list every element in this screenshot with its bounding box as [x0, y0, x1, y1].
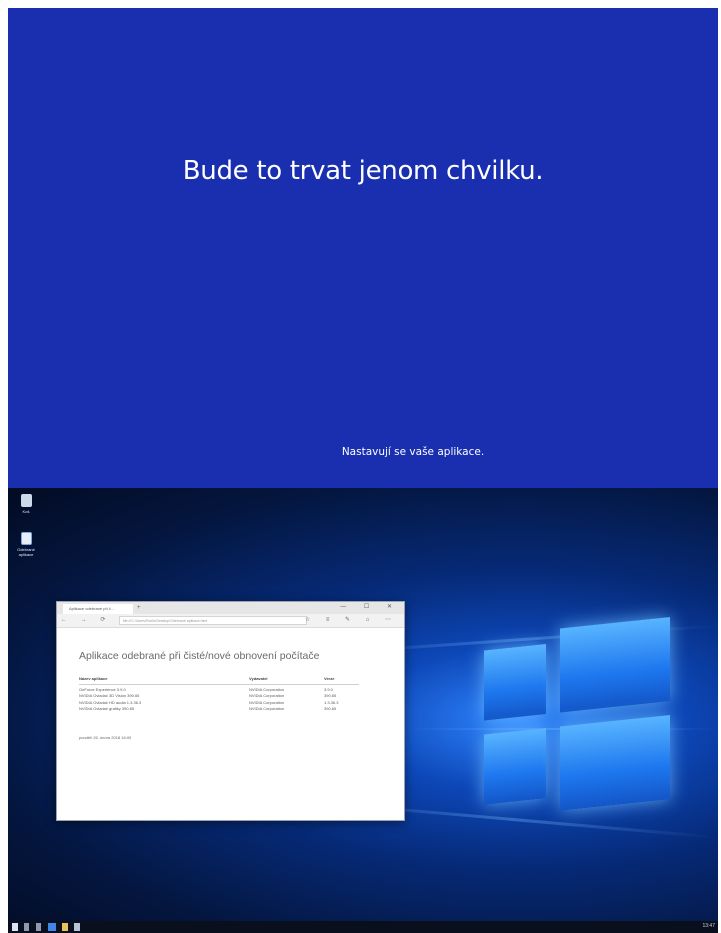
search-icon[interactable]	[24, 923, 29, 931]
logo-pane	[560, 616, 670, 713]
desktop-icon-label: Koš	[22, 509, 30, 514]
setup-title: Bude to trvat jenom chvilku.	[182, 156, 544, 186]
store-icon[interactable]	[74, 923, 80, 931]
cell-app-name: GeForce Experience 3.9.0	[79, 686, 126, 692]
toolbar-icons[interactable]: ☆ ≡ ✎ ⌂ ⋯	[305, 616, 398, 623]
cell-app-name: NVIDIA Ovladač 3D Vision 390.65	[79, 693, 140, 699]
task-view-icon[interactable]	[36, 923, 41, 931]
table-row: NVIDIA Ovladač 3D Vision 390.65 NVIDIA C…	[79, 692, 359, 699]
table-row: NVIDIA Ovladač HD audia 1.3.36.3 NVIDIA …	[79, 698, 359, 705]
page-footer-date: pondělí 26. února 2018 16:00	[79, 735, 132, 741]
cell-version: 390.65	[324, 706, 337, 712]
url-field[interactable]: file:///C:/Users/Public/Desktop/Odebrané…	[119, 616, 307, 625]
logo-pane	[484, 643, 546, 721]
cell-version: 390.65	[324, 693, 337, 699]
desktop-icon-label: Odebrané aplikace	[17, 547, 35, 557]
edge-icon[interactable]	[48, 923, 56, 931]
desktop: Koš Odebrané aplikace Aplikace odebrané …	[8, 488, 718, 933]
window-controls[interactable]: — ☐ ✕	[340, 603, 400, 610]
cell-publisher: NVIDIA Corporation	[249, 693, 285, 699]
apps-table: Název aplikace Vydavatel Verze GeForce E…	[79, 676, 359, 711]
windows-logo	[484, 609, 684, 830]
table-row: GeForce Experience 3.9.0 NVIDIA Corporat…	[79, 685, 359, 692]
cell-app-name: NVIDIA Ovladač HD audia 1.3.36.3	[79, 699, 142, 705]
recycle-bin-icon	[20, 494, 32, 507]
cell-publisher: NVIDIA Corporation	[249, 699, 285, 705]
page-content: Aplikace odebrané při čisté/nové obnoven…	[57, 628, 404, 740]
column-header: Název aplikace	[79, 676, 249, 685]
column-header: Verze	[324, 676, 359, 685]
cell-app-name: NVIDIA Ovladač grafiky 390.65	[79, 706, 135, 712]
table-row: NVIDIA Ovladač grafiky 390.65 NVIDIA Cor…	[79, 705, 359, 712]
file-explorer-icon[interactable]	[62, 923, 68, 931]
nav-buttons[interactable]: ← → ⟳	[61, 616, 111, 623]
page-title: Aplikace odebrané při čisté/nové obnoven…	[79, 650, 320, 662]
clock[interactable]: 13:47	[702, 923, 715, 929]
logo-pane	[484, 727, 546, 805]
desktop-icon-recycle-bin[interactable]: Koš	[16, 494, 36, 514]
desktop-icon-removed-apps[interactable]: Odebrané aplikace	[16, 532, 36, 557]
taskbar: 13:47	[8, 921, 718, 933]
start-icon[interactable]	[12, 923, 18, 931]
setup-status: Nastavují se vaše aplikace.	[341, 446, 485, 458]
logo-pane	[560, 714, 670, 811]
cell-version: 3.9.0	[324, 686, 333, 692]
cell-version: 1.3.36.3	[324, 699, 339, 705]
browser-window: Aplikace odebrané při č… + — ☐ ✕ ← → ⟳ f…	[56, 601, 405, 821]
column-header: Vydavatel	[249, 676, 324, 685]
tab-strip: Aplikace odebrané při č… + — ☐ ✕	[57, 602, 404, 614]
cell-publisher: NVIDIA Corporation	[249, 706, 285, 712]
new-tab-icon[interactable]: +	[137, 605, 141, 611]
address-bar: ← → ⟳ file:///C:/Users/Public/Desktop/Od…	[57, 614, 404, 628]
browser-tab[interactable]: Aplikace odebrané při č…	[63, 604, 133, 614]
setup-screen: Bude to trvat jenom chvilku. Nastavují s…	[8, 8, 718, 488]
cell-publisher: NVIDIA Corporation	[249, 686, 285, 692]
document-icon	[20, 532, 32, 545]
